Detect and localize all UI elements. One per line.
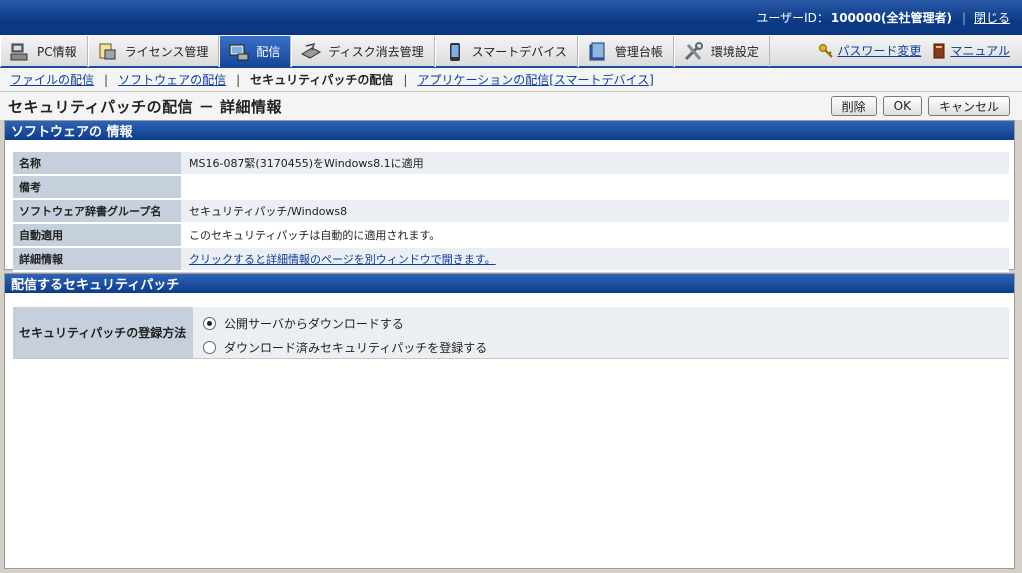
tab-label: ライセンス管理	[124, 45, 209, 59]
tab-smart-device[interactable]: スマートデバイス	[434, 36, 578, 67]
tab-label: スマートデバイス	[471, 45, 567, 59]
radio-selected[interactable]	[203, 316, 216, 330]
subnav-file-delivery[interactable]: ファイルの配信	[10, 71, 94, 88]
tab-delivery[interactable]: 配信	[219, 36, 292, 67]
action-buttons: 削除 OK キャンセル	[830, 96, 1010, 116]
close-link[interactable]: 閉じる	[974, 9, 1010, 26]
pc-icon	[9, 42, 31, 62]
registration-method-options: 公開サーバからダウンロードする ダウンロード済みセキュリティパッチを登録する	[193, 307, 1009, 358]
row-value: クリックすると詳細情報のページを別ウィンドウで開きます。	[181, 247, 1009, 272]
table-row: 詳細情報 クリックすると詳細情報のページを別ウィンドウで開きます。	[13, 247, 1009, 272]
panel-heading: 配信するセキュリティパッチ	[5, 274, 1014, 293]
manual-label: マニュアル	[950, 44, 1010, 58]
page-title-bar: セキュリティパッチの配信 － 詳細情報 削除 OK キャンセル	[0, 92, 1022, 120]
subnav-security-patch-current: セキュリティパッチの配信	[250, 73, 394, 87]
subnav-app-delivery-smart-device[interactable]: アプリケーションの配信[スマートデバイス]	[417, 71, 653, 88]
tab-label: PC情報	[37, 45, 77, 59]
row-label: 備考	[13, 175, 181, 200]
license-icon	[97, 42, 119, 62]
row-value: このセキュリティパッチは自動的に適用されます。	[181, 223, 1009, 248]
option-label: ダウンロード済みセキュリティパッチを登録する	[224, 340, 488, 355]
row-label: 自動適用	[13, 223, 181, 248]
subnav-software-delivery[interactable]: ソフトウェアの配信	[118, 71, 226, 88]
password-change-link[interactable]: パスワード変更	[818, 42, 921, 59]
row-value	[181, 175, 1009, 200]
registration-method-row: セキュリティパッチの登録方法 公開サーバからダウンロードする ダウンロード済みセ…	[13, 307, 1009, 359]
sub-nav: ファイルの配信 | ソフトウェアの配信 | セキュリティパッチの配信 | アプリ…	[0, 68, 1022, 92]
row-label: 名称	[13, 152, 181, 176]
cancel-button[interactable]: キャンセル	[927, 96, 1010, 116]
software-info-table: 名称 MS16-087緊(3170455)をWindows8.1に適用 備考 ソ…	[13, 152, 1009, 272]
page-title: セキュリティパッチの配信 － 詳細情報	[8, 97, 283, 116]
manual-link[interactable]: マニュアル	[931, 42, 1010, 59]
table-row: 自動適用 このセキュリティパッチは自動的に適用されます。	[13, 223, 1009, 248]
ledger-icon	[587, 42, 609, 62]
user-id-value: 100000(全社管理者)	[830, 11, 952, 25]
table-row: 備考	[13, 175, 1009, 200]
radio-unselected[interactable]	[203, 340, 216, 354]
tab-disk-erase[interactable]: ディスク消去管理	[291, 36, 435, 67]
key-icon	[818, 43, 834, 59]
row-value: MS16-087緊(3170455)をWindows8.1に適用	[181, 152, 1009, 176]
option-register-downloaded[interactable]: ダウンロード済みセキュリティパッチを登録する	[203, 337, 999, 357]
settings-tools-icon	[683, 41, 705, 62]
tab-license[interactable]: ライセンス管理	[87, 36, 220, 67]
table-row: 名称 MS16-087緊(3170455)をWindows8.1に適用	[13, 152, 1009, 176]
separator: |	[236, 72, 241, 87]
row-value: セキュリティパッチ/Windows8	[181, 199, 1009, 224]
separator: |	[403, 72, 408, 87]
delivery-icon	[228, 42, 250, 62]
option-label: 公開サーバからダウンロードする	[224, 316, 404, 331]
password-change-label: パスワード変更	[837, 44, 922, 58]
book-icon	[931, 43, 947, 59]
tab-label: 管理台帳	[614, 45, 663, 59]
disk-erase-icon	[300, 42, 322, 62]
detail-info-link[interactable]: クリックすると詳細情報のページを別ウィンドウで開きます。	[189, 253, 496, 266]
option-download-public-server[interactable]: 公開サーバからダウンロードする	[203, 313, 999, 333]
nav-right-links: パスワード変更 マニュアル	[818, 35, 1022, 66]
separator: |	[961, 10, 966, 25]
tab-label: 配信	[256, 45, 281, 59]
row-label: 詳細情報	[13, 247, 181, 272]
row-label: ソフトウェア辞書グループ名	[13, 199, 181, 224]
ok-button[interactable]: OK	[882, 96, 922, 116]
tab-pc-info[interactable]: PC情報	[0, 36, 88, 67]
software-info-panel: ソフトウェアの 情報 名称 MS16-087緊(3170455)をWindows…	[4, 120, 1015, 272]
tab-ledger[interactable]: 管理台帳	[577, 36, 674, 67]
top-bar: ユーザーID： 100000(全社管理者) | 閉じる	[0, 0, 1022, 35]
delete-button[interactable]: 削除	[830, 96, 877, 116]
panel-heading: ソフトウェアの 情報	[5, 121, 1014, 140]
main-nav: PC情報 ライセンス管理 配信 ディスク消去管理 スマートデバイス 管理台帳 環…	[0, 35, 1022, 68]
tab-label: ディスク消去管理	[328, 45, 424, 59]
table-row: ソフトウェア辞書グループ名 セキュリティパッチ/Windows8	[13, 199, 1009, 224]
tab-label: 環境設定	[710, 45, 759, 59]
separator: |	[104, 72, 109, 87]
user-id-label: ユーザーID：	[756, 11, 829, 25]
deliver-patch-panel: 配信するセキュリティパッチ セキュリティパッチの登録方法 公開サーバからダウンロ…	[4, 273, 1015, 569]
smart-device-icon	[444, 42, 466, 62]
tab-settings[interactable]: 環境設定	[673, 36, 770, 67]
registration-method-label: セキュリティパッチの登録方法	[13, 307, 193, 358]
